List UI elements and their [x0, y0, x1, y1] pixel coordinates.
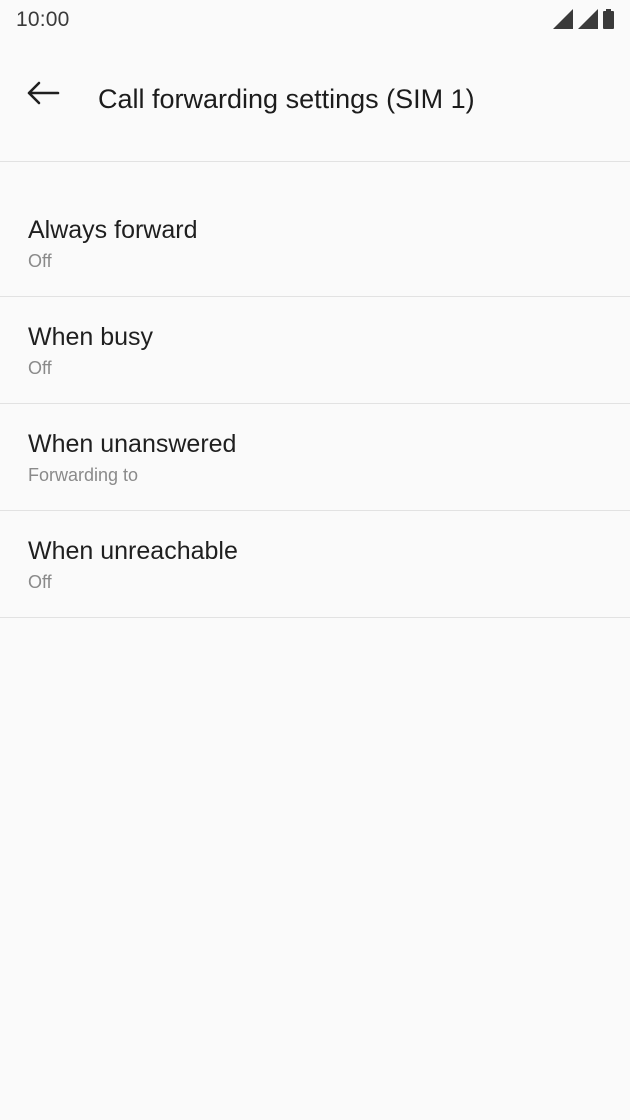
setting-summary: Off: [28, 572, 52, 592]
page-title: Call forwarding settings (SIM 1): [98, 84, 475, 114]
app-bar: Call forwarding settings (SIM 1): [0, 40, 630, 162]
setting-summary: Forwarding to: [28, 465, 139, 485]
status-bar: 10:00: [0, 0, 630, 40]
setting-title: Always forward: [28, 216, 198, 244]
settings-list: Always forward Off When busy Off When un…: [0, 190, 630, 618]
setting-title: When unanswered: [28, 430, 237, 458]
battery-icon: [603, 9, 614, 29]
arrow-left-icon: [26, 81, 60, 110]
setting-summary: Off: [28, 251, 52, 271]
setting-when-unanswered[interactable]: When unanswered Forwarding to: [0, 404, 630, 511]
signal-sim1-icon: [553, 9, 573, 29]
setting-summary: Off: [28, 358, 52, 378]
back-button[interactable]: [18, 70, 68, 120]
setting-always-forward[interactable]: Always forward Off: [0, 190, 630, 297]
setting-when-busy[interactable]: When busy Off: [0, 297, 630, 404]
status-icons: [553, 9, 614, 29]
setting-when-unreachable[interactable]: When unreachable Off: [0, 511, 630, 618]
setting-title: When unreachable: [28, 537, 238, 565]
signal-sim2-icon: [578, 9, 598, 29]
status-time: 10:00: [16, 8, 70, 31]
setting-title: When busy: [28, 323, 154, 351]
